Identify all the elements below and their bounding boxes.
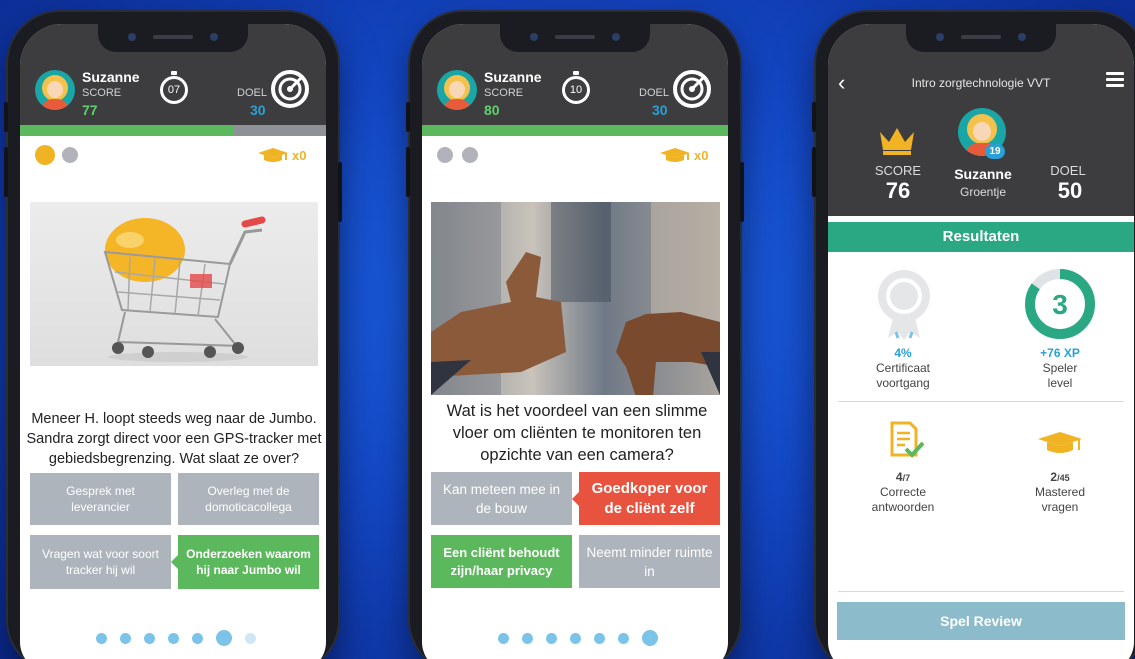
answer-option-3[interactable]: Vragen wat voor soort tracker hij wil <box>30 535 171 589</box>
lives-dot <box>62 147 78 163</box>
pagination-dot[interactable] <box>618 632 629 644</box>
certificate-label-line1: Certificaat <box>875 361 931 375</box>
target-icon <box>673 70 711 108</box>
graduation-cap-icon <box>660 148 690 162</box>
goal-label: DOEL <box>237 87 267 99</box>
notch <box>906 24 1056 52</box>
pagination-dot[interactable] <box>546 632 557 644</box>
quiz-screen: Suzanne SCORE 80 10 DOEL 30 x0 Wat is he… <box>422 24 728 659</box>
progress-bar <box>422 125 728 136</box>
mastered-count: x0 <box>292 148 307 163</box>
course-title: Intro zorgtechnologie VVT <box>911 76 1051 90</box>
stopwatch-icon: 10 <box>562 71 590 104</box>
correct-answers-label-line1: Correcte <box>879 485 926 499</box>
results-heading: Resultaten <box>828 222 1134 252</box>
answer-option-1[interactable]: Gesprek met leverancier <box>30 473 171 525</box>
score-label: SCORE <box>484 87 524 99</box>
phone-quiz-1: Suzanne SCORE 77 07 DOEL 30 x0 Meneer H.… <box>4 12 342 659</box>
results-header: ‹ Intro zorgtechnologie VVT SCORE 76 19 … <box>828 24 1134 216</box>
mastered-count: x0 <box>694 148 709 163</box>
pagination-dot[interactable] <box>144 632 155 644</box>
graduation-cap-icon <box>1038 432 1082 453</box>
goal-label: DOEL <box>1050 163 1086 178</box>
goal-value: 30 <box>652 102 668 118</box>
pagination-dot[interactable] <box>570 632 581 644</box>
answer-option-2[interactable]: Overleg met de domoticacollega <box>178 473 319 525</box>
pagination-dot[interactable] <box>498 632 509 644</box>
goal-value: 30 <box>250 102 266 118</box>
pagination-dot[interactable] <box>96 632 107 644</box>
level-ring: 3 <box>1025 269 1095 339</box>
pagination-dot[interactable] <box>120 632 131 644</box>
score-value: 80 <box>484 102 500 118</box>
phone-quiz-2: Suzanne SCORE 80 10 DOEL 30 x0 Wat is he… <box>406 12 744 659</box>
avatar[interactable] <box>437 70 477 110</box>
score-label: SCORE <box>874 163 922 178</box>
pagination-dot[interactable] <box>168 632 179 644</box>
score-label: SCORE <box>82 87 122 99</box>
crown-icon <box>880 128 914 155</box>
graduation-cap-icon <box>258 148 288 162</box>
level-number: 3 <box>1052 289 1068 320</box>
divider <box>838 591 1124 592</box>
score-value: 77 <box>82 102 98 118</box>
pagination-dot-current[interactable] <box>216 630 232 646</box>
question-image-shopping-cart <box>30 202 318 366</box>
mastered-questions-value: 2/45 <box>1050 470 1070 484</box>
answer-option-2-wrong[interactable]: Goedkoper voor de cliënt zelf <box>579 472 720 525</box>
level-badge: 19 <box>985 144 1005 159</box>
lives-dot-active <box>35 145 55 165</box>
hamburger-menu-icon[interactable] <box>1106 72 1124 87</box>
user-name: Suzanne <box>954 166 1012 182</box>
quiz-screen: Suzanne SCORE 77 07 DOEL 30 x0 Meneer H.… <box>20 24 326 659</box>
question-pagination <box>96 630 256 646</box>
user-name: Suzanne <box>484 69 542 85</box>
mastered-questions-label-line2: vragen <box>1041 500 1079 514</box>
mastered-questions-label-line1: Mastered <box>1034 485 1086 499</box>
phone-results: ‹ Intro zorgtechnologie VVT SCORE 76 19 … <box>812 12 1135 659</box>
answer-option-3-correct[interactable]: Een cliënt behoudt zijn/haar privacy <box>431 535 572 588</box>
game-review-button[interactable]: Spel Review <box>837 602 1125 640</box>
correct-answers-label-line2: antwoorden <box>871 500 935 514</box>
question-pagination <box>498 630 658 646</box>
pagination-dot[interactable] <box>192 632 203 644</box>
correct-answers-value: 4/7 <box>895 470 911 484</box>
lives-dot <box>462 147 478 163</box>
score-value: 76 <box>885 178 911 203</box>
question-image-thumbs-up-down <box>431 202 720 395</box>
certificate-label-line2: voortgang <box>876 376 930 390</box>
checklist-icon <box>890 421 924 458</box>
user-name: Suzanne <box>82 69 140 85</box>
level-label-line2: level <box>1047 376 1073 390</box>
question-text: Meneer H. loopt steeds weg naar de Jumbo… <box>26 411 322 467</box>
answer-option-1[interactable]: Kan meteen mee in de bouw <box>431 472 572 525</box>
user-rank: Groentje <box>959 185 1007 199</box>
xp-value: +76 XP <box>1040 346 1080 360</box>
goal-label: DOEL <box>639 87 669 99</box>
answer-option-4[interactable]: Neemt minder ruimte in <box>579 535 720 588</box>
level-label-line1: Speler <box>1042 361 1078 375</box>
notch <box>98 24 248 52</box>
target-icon <box>271 70 309 108</box>
goal-value: 50 <box>1057 178 1083 203</box>
answer-option-4-selected[interactable]: Onderzoeken waarom hij naar Jumbo wil <box>178 535 319 589</box>
progress-bar <box>20 125 326 136</box>
results-screen: ‹ Intro zorgtechnologie VVT SCORE 76 19 … <box>828 24 1134 659</box>
avatar[interactable] <box>35 70 75 110</box>
pagination-dot[interactable] <box>522 632 533 644</box>
pagination-dot-current[interactable] <box>642 630 658 646</box>
notch <box>500 24 650 52</box>
stopwatch-icon: 07 <box>160 71 188 104</box>
question-text: Wat is het voordeel van een slimme vloer… <box>446 402 708 464</box>
award-ribbon-icon <box>878 270 930 340</box>
pagination-dot[interactable] <box>594 632 605 644</box>
certificate-progress-value: 4% <box>894 346 912 360</box>
pagination-dot[interactable] <box>245 632 256 644</box>
divider <box>838 401 1124 402</box>
lives-dot <box>437 147 453 163</box>
